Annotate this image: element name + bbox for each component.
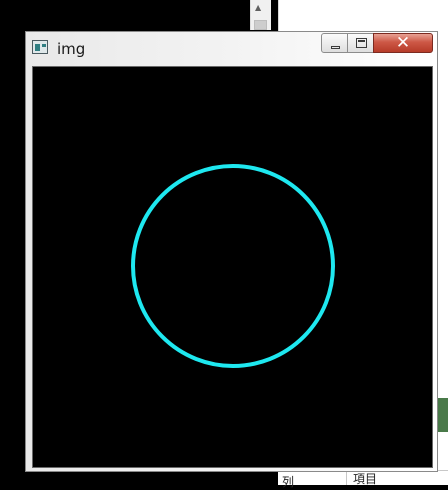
close-button[interactable]: ✕ — [373, 33, 433, 53]
img-window[interactable]: img ✕ — [25, 31, 438, 472]
scroll-up-icon[interactable]: ▲ — [255, 3, 261, 12]
background-table-header: 列 項目 — [278, 470, 448, 489]
cyan-circle — [131, 164, 335, 368]
minimize-icon — [331, 46, 340, 49]
scrollbar-thumb[interactable] — [254, 20, 267, 30]
image-canvas — [131, 164, 335, 368]
background-scrollbar[interactable]: ▲ — [250, 0, 271, 30]
window-title: img — [57, 40, 86, 58]
table-header-col-b[interactable]: 項目 — [346, 471, 377, 486]
image-canvas-area — [32, 66, 433, 468]
window-titlebar[interactable]: img ✕ — [26, 32, 437, 62]
minimize-button[interactable] — [321, 33, 348, 53]
maximize-button[interactable] — [347, 33, 374, 53]
image-window-icon[interactable] — [32, 40, 48, 54]
table-header-col-a[interactable]: 列 — [282, 473, 294, 490]
window-controls: ✕ — [321, 33, 433, 53]
close-icon: ✕ — [395, 33, 411, 53]
maximize-icon — [356, 38, 367, 48]
